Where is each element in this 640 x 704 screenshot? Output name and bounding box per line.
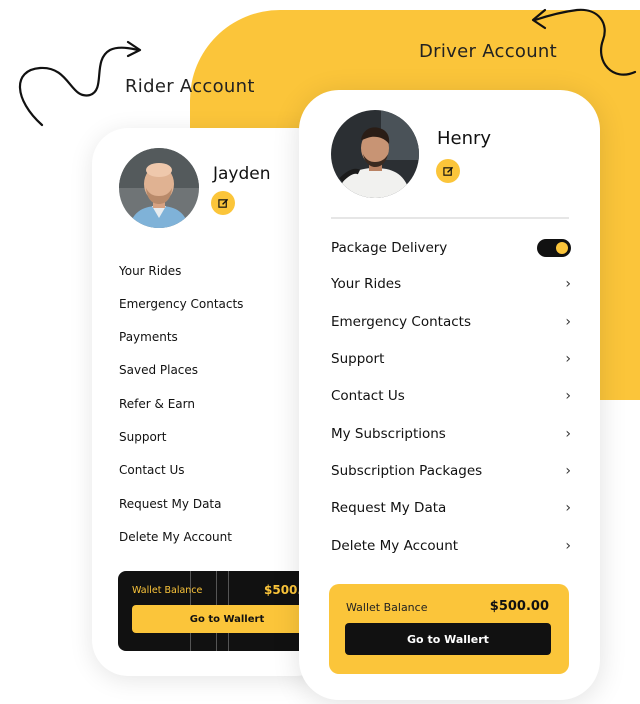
driver-menu-emergency-contacts[interactable]: Emergency Contacts › <box>331 314 571 330</box>
rider-account-label: Rider Account <box>125 76 255 97</box>
package-delivery-label: Package Delivery <box>331 240 448 256</box>
profile-divider <box>331 217 569 219</box>
chevron-right-icon: › <box>565 463 571 479</box>
rider-wallet-label: Wallet Balance <box>132 585 203 596</box>
rider-menu-request-my-data[interactable]: Request My Data <box>119 497 221 511</box>
driver-avatar <box>331 110 419 198</box>
menu-item-label: Delete My Account <box>331 538 459 554</box>
driver-menu-contact-us[interactable]: Contact Us › <box>331 388 571 404</box>
rider-profile-card: Jayden Your Rides Emergency Contacts Pay… <box>92 128 332 676</box>
rider-edit-profile-button[interactable] <box>211 191 235 215</box>
menu-item-label: Contact Us <box>331 388 405 404</box>
rider-menu-payments[interactable]: Payments <box>119 330 178 344</box>
driver-profile-card: Henry Package Delivery Your Rides › Emer… <box>299 90 600 700</box>
driver-wallet-label: Wallet Balance <box>346 601 428 614</box>
rider-wallet-amount: $500. <box>264 583 302 597</box>
driver-package-delivery-row: Package Delivery <box>331 239 571 257</box>
driver-menu-your-rides[interactable]: Your Rides › <box>331 276 571 292</box>
rider-menu-your-rides[interactable]: Your Rides <box>119 264 181 278</box>
menu-item-label: Request My Data <box>331 500 447 516</box>
rider-menu-saved-places[interactable]: Saved Places <box>119 363 198 377</box>
driver-menu-delete-account[interactable]: Delete My Account › <box>331 538 571 554</box>
rider-menu-support[interactable]: Support <box>119 430 166 444</box>
driver-account-label: Driver Account <box>419 41 557 62</box>
driver-go-to-wallet-button[interactable]: Go to Wallert <box>345 623 551 655</box>
menu-item-label: Support <box>331 351 385 367</box>
menu-item-label: Subscription Packages <box>331 463 483 479</box>
chevron-right-icon: › <box>565 500 571 516</box>
driver-edit-profile-button[interactable] <box>436 159 460 183</box>
chevron-right-icon: › <box>565 314 571 330</box>
driver-wallet-card: Wallet Balance $500.00 Go to Wallert <box>329 584 569 674</box>
rider-name: Jayden <box>213 164 271 184</box>
driver-menu-my-subscriptions[interactable]: My Subscriptions › <box>331 426 571 442</box>
menu-item-label: Your Rides <box>331 276 402 292</box>
rider-menu-delete-account[interactable]: Delete My Account <box>119 530 232 544</box>
rider-menu-emergency-contacts[interactable]: Emergency Contacts <box>119 297 243 311</box>
edit-icon <box>217 198 228 208</box>
package-delivery-toggle[interactable] <box>537 239 571 257</box>
driver-menu-request-my-data[interactable]: Request My Data › <box>331 500 571 516</box>
chevron-right-icon: › <box>565 538 571 554</box>
rider-wallet-card: Wallet Balance $500. Go to Wallert <box>118 571 318 651</box>
driver-menu-support[interactable]: Support › <box>331 351 571 367</box>
chevron-right-icon: › <box>565 351 571 367</box>
menu-item-label: Emergency Contacts <box>331 314 471 330</box>
menu-item-label: My Subscriptions <box>331 426 446 442</box>
rider-menu-refer-earn[interactable]: Refer & Earn <box>119 397 195 411</box>
chevron-right-icon: › <box>565 426 571 442</box>
rider-avatar <box>119 148 199 228</box>
chevron-right-icon: › <box>565 388 571 404</box>
driver-wallet-amount: $500.00 <box>489 599 549 614</box>
rider-menu-contact-us[interactable]: Contact Us <box>119 463 185 477</box>
chevron-right-icon: › <box>565 276 571 292</box>
driver-menu-subscription-packages[interactable]: Subscription Packages › <box>331 463 571 479</box>
edit-icon <box>442 166 453 176</box>
driver-name: Henry <box>437 128 492 149</box>
rider-go-to-wallet-button[interactable]: Go to Wallert <box>132 605 318 633</box>
